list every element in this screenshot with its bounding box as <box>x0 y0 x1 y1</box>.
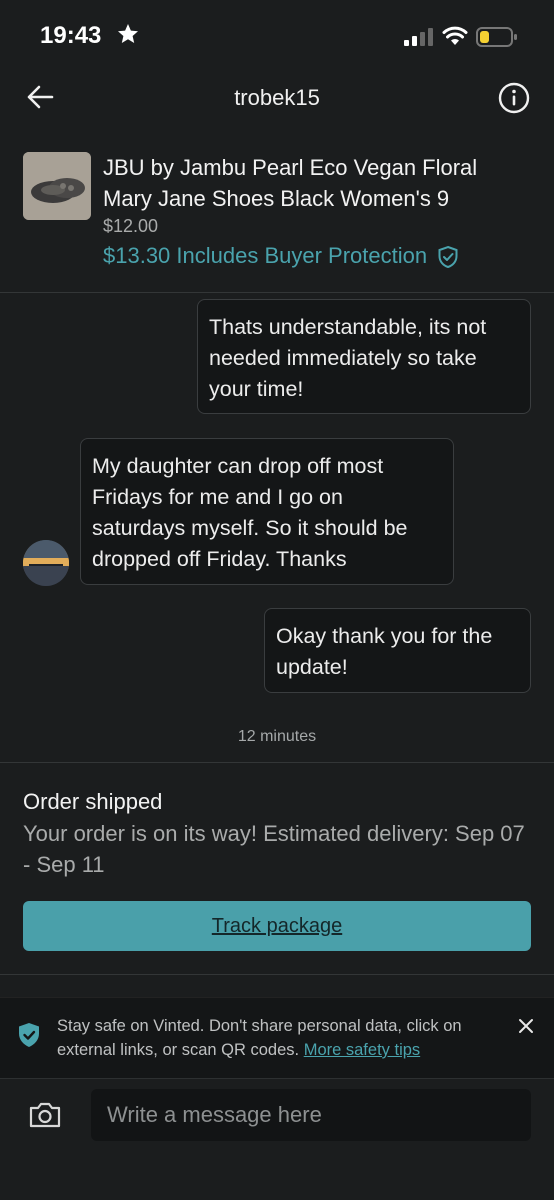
track-package-button[interactable]: Track package <box>23 901 531 951</box>
item-summary[interactable]: JBU by Jambu Pearl Eco Vegan Floral Mary… <box>0 150 554 293</box>
status-bar: 19:43 <box>0 0 554 72</box>
message-outgoing[interactable]: Okay thank you for the update! <box>264 608 531 693</box>
total-price: $13.30 <box>103 243 171 268</box>
avatar[interactable] <box>23 540 69 586</box>
buyer-protection-price[interactable]: $13.30 Includes Buyer Protection <box>103 243 459 269</box>
safety-banner: Stay safe on Vinted. Don't share persona… <box>0 997 554 1078</box>
shield-check-icon <box>19 1023 39 1047</box>
order-status-card: Order shipped Your order is on its way! … <box>0 762 554 975</box>
order-status-title: Order shipped <box>23 789 163 814</box>
order-status-text: Your order is on its way! Estimated deli… <box>23 821 525 877</box>
cellular-signal-icon <box>404 28 433 46</box>
safety-tips-link[interactable]: More safety tips <box>304 1041 420 1059</box>
buyer-protection-label: Includes Buyer Protection <box>176 243 428 268</box>
battery-icon <box>476 27 517 47</box>
shield-check-icon <box>438 246 458 269</box>
safety-message: Stay safe on Vinted. Don't share persona… <box>57 1014 507 1062</box>
item-price: $12.00 <box>103 216 159 236</box>
conversation-title: trobek15 <box>234 85 320 110</box>
close-icon[interactable] <box>518 1018 534 1034</box>
camera-icon[interactable] <box>28 1101 62 1129</box>
message-composer <box>0 1078 554 1200</box>
item-title[interactable]: JBU by Jambu Pearl Eco Vegan Floral Mary… <box>103 152 523 214</box>
wifi-icon <box>442 26 468 45</box>
message-input[interactable] <box>91 1089 531 1141</box>
item-thumbnail[interactable] <box>23 152 91 220</box>
message-timestamp: 12 minutes <box>237 728 317 745</box>
shoe-image-icon <box>23 152 91 220</box>
info-icon[interactable] <box>498 82 530 114</box>
sunset-avatar-icon <box>23 540 69 586</box>
message-outgoing[interactable]: Thats understandable, its not needed imm… <box>197 299 531 414</box>
chat-header: trobek15 <box>0 72 554 122</box>
message-incoming[interactable]: My daughter can drop off most Fridays fo… <box>80 438 454 585</box>
status-time: 19:43 <box>40 22 102 49</box>
star-icon <box>118 24 138 43</box>
